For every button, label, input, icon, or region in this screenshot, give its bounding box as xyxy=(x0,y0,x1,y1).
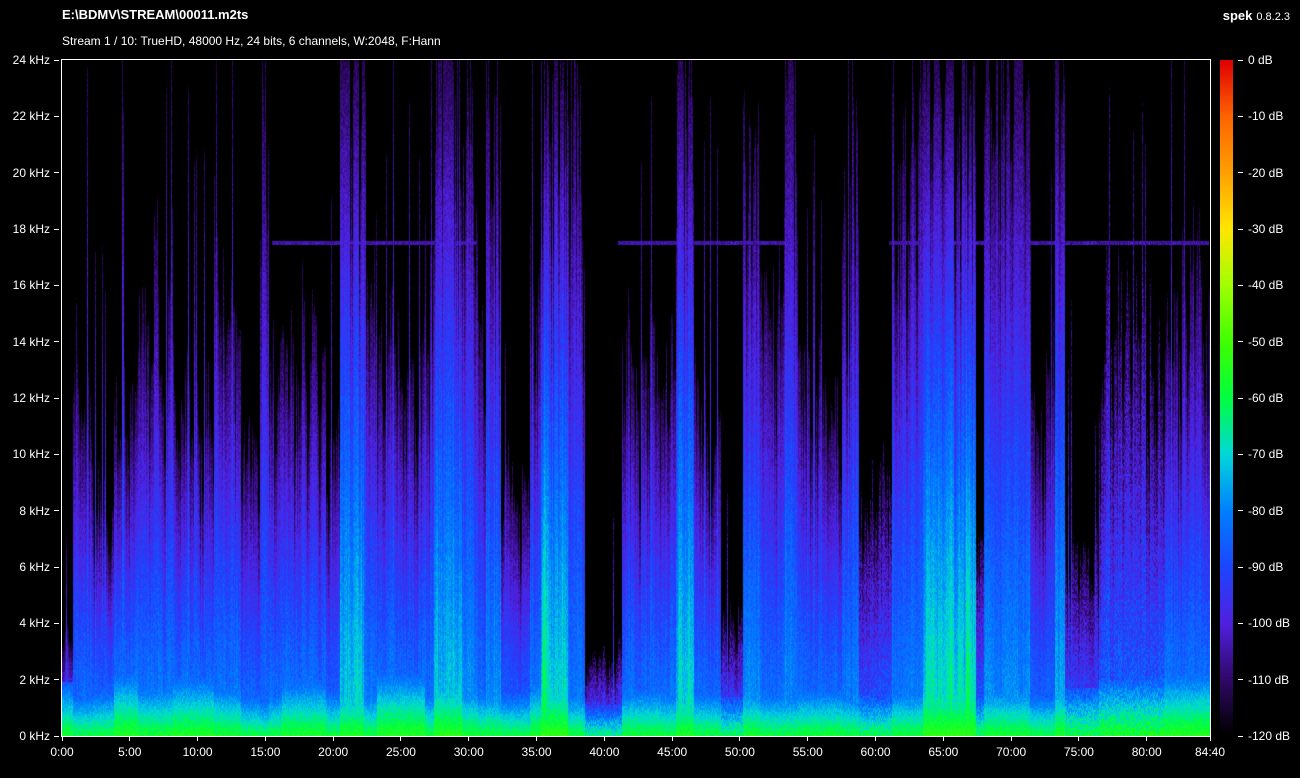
db-tick-label: -70 dB xyxy=(1248,447,1283,461)
freq-tick-mark xyxy=(54,567,59,568)
freq-tick-label: 8 kHz xyxy=(19,504,50,518)
db-tick-label: -10 dB xyxy=(1248,109,1283,123)
time-tick-mark xyxy=(1146,737,1147,741)
freq-tick-mark xyxy=(54,60,59,61)
freq-tick-label: 14 kHz xyxy=(13,335,50,349)
time-tick-mark xyxy=(62,737,63,741)
db-tick-mark xyxy=(1238,398,1243,399)
time-tick-mark xyxy=(943,737,944,741)
time-tick-label: 45:00 xyxy=(657,745,687,759)
time-tick-mark xyxy=(129,737,130,741)
freq-tick-label: 12 kHz xyxy=(13,391,50,405)
freq-tick-mark xyxy=(54,229,59,230)
time-tick-mark xyxy=(1078,737,1079,741)
spectrogram-plot xyxy=(61,59,1211,737)
time-tick-label: 84:40 xyxy=(1195,745,1225,759)
app-version: 0.8.2.3 xyxy=(1256,11,1290,23)
db-tick-mark xyxy=(1238,454,1243,455)
time-tick-mark xyxy=(197,737,198,741)
freq-tick-label: 16 kHz xyxy=(13,278,50,292)
freq-tick-mark xyxy=(54,623,59,624)
time-tick-label: 30:00 xyxy=(454,745,484,759)
time-tick-label: 60:00 xyxy=(861,745,891,759)
db-tick-mark xyxy=(1238,341,1243,342)
app-name: spek xyxy=(1223,8,1253,23)
db-tick-label: -30 dB xyxy=(1248,222,1283,236)
db-tick-label: -100 dB xyxy=(1248,616,1290,630)
time-tick-mark xyxy=(333,737,334,741)
db-tick-label: -120 dB xyxy=(1248,729,1290,743)
db-tick-label: -60 dB xyxy=(1248,391,1283,405)
freq-tick-mark xyxy=(54,285,59,286)
db-tick-mark xyxy=(1238,60,1243,61)
db-tick-mark xyxy=(1238,229,1243,230)
db-tick-label: -20 dB xyxy=(1248,166,1283,180)
time-tick-mark xyxy=(672,737,673,741)
time-tick-mark xyxy=(604,737,605,741)
db-tick-mark xyxy=(1238,679,1243,680)
time-tick-label: 35:00 xyxy=(522,745,552,759)
time-tick-label: 25:00 xyxy=(386,745,416,759)
time-tick-label: 20:00 xyxy=(318,745,348,759)
time-tick-label: 50:00 xyxy=(725,745,755,759)
time-tick-mark xyxy=(536,737,537,741)
time-tick-label: 5:00 xyxy=(118,745,141,759)
freq-tick-label: 6 kHz xyxy=(19,560,50,574)
spek-window: E:\BDMV\STREAM\00011.m2ts Stream 1 / 10:… xyxy=(0,0,1300,778)
app-brand: spek0.8.2.3 xyxy=(1223,8,1290,23)
time-tick-mark xyxy=(1210,737,1211,741)
freq-tick-label: 2 kHz xyxy=(19,673,50,687)
freq-tick-mark xyxy=(54,510,59,511)
freq-tick-label: 4 kHz xyxy=(19,616,50,630)
freq-tick-mark xyxy=(54,454,59,455)
db-colorbar xyxy=(1220,60,1233,736)
time-tick-mark xyxy=(807,737,808,741)
time-tick-mark xyxy=(875,737,876,741)
freq-tick-mark xyxy=(54,679,59,680)
freq-tick-mark xyxy=(54,398,59,399)
freq-tick-mark xyxy=(54,736,59,737)
time-tick-mark xyxy=(1011,737,1012,741)
file-path-title: E:\BDMV\STREAM\00011.m2ts xyxy=(62,7,248,22)
time-tick-label: 65:00 xyxy=(928,745,958,759)
db-tick-mark xyxy=(1238,285,1243,286)
db-tick-label: -50 dB xyxy=(1248,335,1283,349)
time-tick-label: 75:00 xyxy=(1064,745,1094,759)
spectrogram-canvas xyxy=(62,60,1210,736)
time-tick-mark xyxy=(400,737,401,741)
db-tick-label: -90 dB xyxy=(1248,560,1283,574)
db-tick-mark xyxy=(1238,172,1243,173)
freq-tick-mark xyxy=(54,116,59,117)
time-tick-label: 10:00 xyxy=(183,745,213,759)
freq-tick-mark xyxy=(54,341,59,342)
freq-tick-label: 24 kHz xyxy=(13,53,50,67)
db-tick-mark xyxy=(1238,567,1243,568)
time-tick-label: 55:00 xyxy=(793,745,823,759)
freq-tick-mark xyxy=(54,172,59,173)
freq-tick-label: 18 kHz xyxy=(13,222,50,236)
freq-tick-label: 0 kHz xyxy=(19,729,50,743)
freq-tick-label: 10 kHz xyxy=(13,447,50,461)
time-tick-label: 0:00 xyxy=(50,745,73,759)
time-tick-mark xyxy=(468,737,469,741)
time-tick-mark xyxy=(739,737,740,741)
freq-tick-label: 22 kHz xyxy=(13,109,50,123)
db-tick-mark xyxy=(1238,116,1243,117)
freq-tick-label: 20 kHz xyxy=(13,166,50,180)
db-tick-mark xyxy=(1238,736,1243,737)
stream-info: Stream 1 / 10: TrueHD, 48000 Hz, 24 bits… xyxy=(62,34,441,48)
db-tick-label: -40 dB xyxy=(1248,278,1283,292)
time-tick-mark xyxy=(265,737,266,741)
time-tick-label: 80:00 xyxy=(1132,745,1162,759)
db-tick-label: -80 dB xyxy=(1248,504,1283,518)
db-tick-mark xyxy=(1238,510,1243,511)
time-tick-label: 40:00 xyxy=(589,745,619,759)
db-tick-mark xyxy=(1238,623,1243,624)
time-tick-label: 15:00 xyxy=(250,745,280,759)
time-tick-label: 70:00 xyxy=(996,745,1026,759)
db-tick-label: 0 dB xyxy=(1248,53,1273,67)
db-tick-label: -110 dB xyxy=(1248,673,1289,687)
